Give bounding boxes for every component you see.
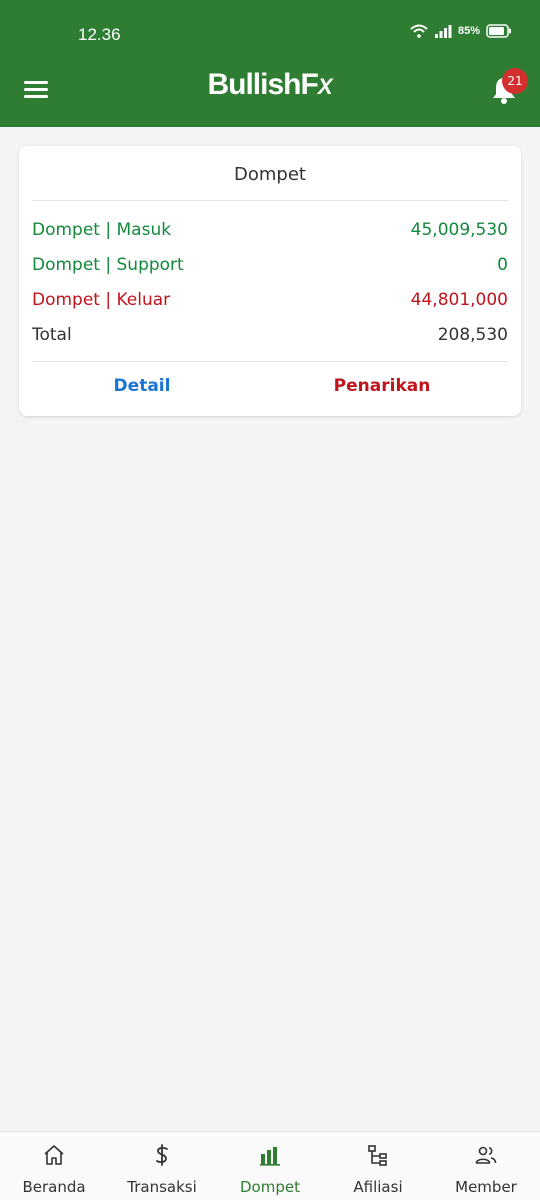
users-icon xyxy=(475,1146,497,1164)
status-icons: 85% xyxy=(410,24,512,38)
wallet-row-label: Dompet | Masuk xyxy=(32,220,172,240)
wallet-row-label: Dompet | Support xyxy=(32,255,184,275)
nav-item-dompet[interactable]: Dompet xyxy=(216,1132,324,1200)
bottom-nav: Beranda Transaksi Dompet Afiliasi Member xyxy=(0,1131,540,1200)
nav-label: Dompet xyxy=(240,1178,300,1196)
notification-badge: 21 xyxy=(502,68,528,94)
wallet-title: Dompet xyxy=(234,164,306,185)
nav-item-member[interactable]: Member xyxy=(432,1132,540,1200)
divider xyxy=(32,361,508,362)
withdraw-button[interactable]: Penarikan xyxy=(259,376,505,396)
wallet-row-total: Total 208,530 xyxy=(32,325,508,355)
nav-label: Transaksi xyxy=(127,1178,197,1196)
brand-logo-fx: X xyxy=(317,74,333,99)
wallet-actions: Detail Penarikan xyxy=(19,376,521,406)
dollar-icon xyxy=(156,1144,168,1166)
battery-percent: 85% xyxy=(457,25,480,37)
bar-chart-icon xyxy=(260,1147,280,1166)
nav-label: Afiliasi xyxy=(353,1178,403,1196)
wallet-row-value: 208,530 xyxy=(437,325,508,345)
status-bar: 12.36 85% xyxy=(0,0,540,58)
app-header: 12.36 85% BullishFX 21 xyxy=(0,0,540,127)
nav-item-transaksi[interactable]: Transaksi xyxy=(108,1132,216,1200)
nav-label: Beranda xyxy=(22,1178,86,1196)
battery-icon xyxy=(486,24,511,38)
wallet-row-value: 45,009,530 xyxy=(410,220,508,240)
wallet-row-value: 0 xyxy=(497,255,508,275)
wallet-row-income: Dompet | Masuk 45,009,530 xyxy=(32,220,508,250)
detail-button[interactable]: Detail xyxy=(19,376,265,396)
wallet-row-expense: Dompet | Keluar 44,801,000 xyxy=(32,290,508,320)
wallet-card: Dompet Dompet | Masuk 45,009,530 Dompet … xyxy=(19,146,521,416)
wallet-row-support: Dompet | Support 0 xyxy=(32,255,508,285)
signal-icon xyxy=(434,25,452,38)
brand-logo: BullishFX xyxy=(0,68,540,102)
wallet-row-label: Dompet | Keluar xyxy=(32,290,171,310)
wifi-icon xyxy=(410,24,428,38)
divider xyxy=(32,200,508,201)
brand-logo-main: BullishF xyxy=(207,68,318,101)
nav-item-beranda[interactable]: Beranda xyxy=(0,1132,108,1200)
nav-item-afiliasi[interactable]: Afiliasi xyxy=(324,1132,432,1200)
home-icon xyxy=(44,1145,64,1165)
network-icon xyxy=(368,1145,387,1166)
status-time: 12.36 xyxy=(78,25,121,44)
wallet-row-value: 44,801,000 xyxy=(410,290,508,310)
nav-label: Member xyxy=(455,1178,517,1196)
wallet-row-label: Total xyxy=(32,325,72,345)
